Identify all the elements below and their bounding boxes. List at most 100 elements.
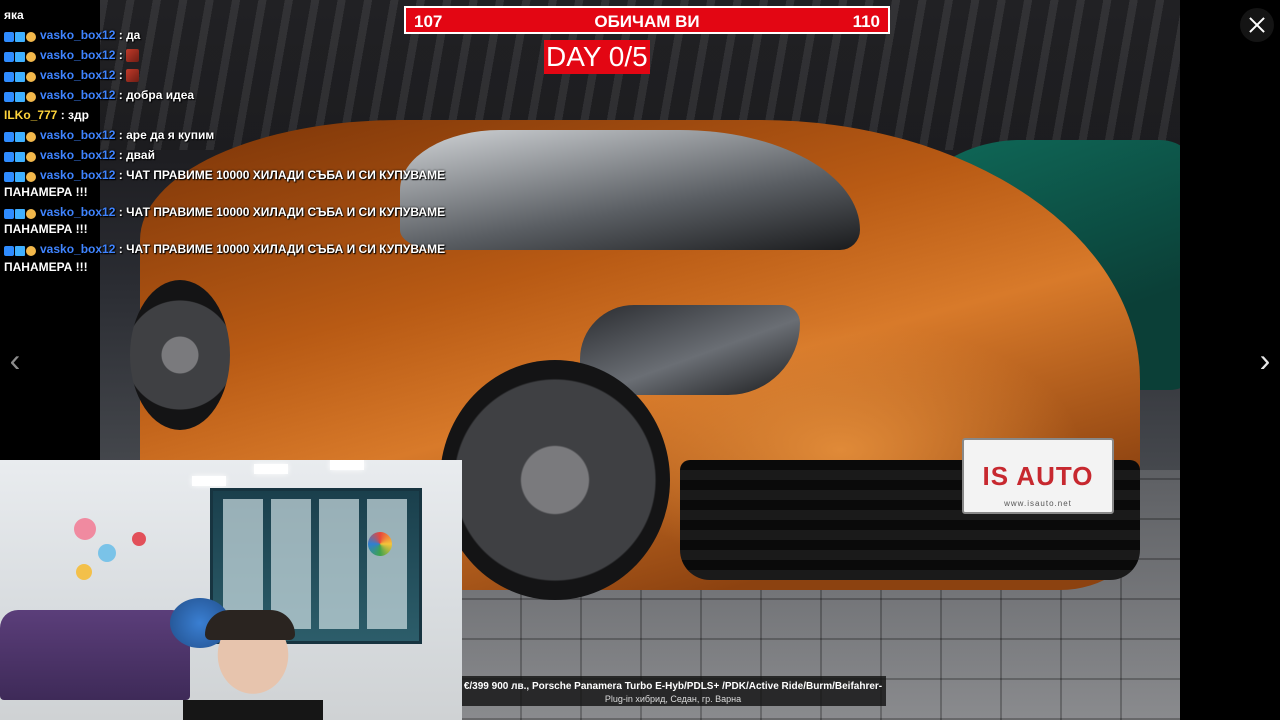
wall-decor <box>76 564 92 580</box>
chat-message-text: : ЧАТ ПРАВИМЕ 10000 ХИЛАДИ СЪБА И СИ КУП… <box>118 205 446 219</box>
chat-username[interactable]: vasko_box12 <box>40 168 115 182</box>
emoji-badge-icon <box>26 245 36 256</box>
chat-message-text: : двай <box>118 148 155 162</box>
chat-username[interactable]: vasko_box12 <box>40 68 115 82</box>
chat-message-text: : аре да я купим <box>118 128 215 142</box>
chat-message-text: : добра идеа <box>118 88 195 102</box>
emoji-badge-icon <box>26 31 36 42</box>
prime-badge-icon <box>4 208 14 219</box>
prime-badge-icon <box>4 71 14 82</box>
chat-emote-icon <box>126 69 140 83</box>
emoji-badge-icon <box>26 151 36 162</box>
chat-username[interactable]: vasko_box12 <box>40 205 115 219</box>
prime-badge-icon <box>4 91 14 102</box>
emoji-badge-icon <box>26 91 36 102</box>
chat-message: vasko_box12 : ЧАТ ПРАВИМЕ 10000 ХИЛАДИ С… <box>4 205 445 220</box>
prime-badge-icon <box>4 245 14 256</box>
wall-decor <box>132 532 146 546</box>
prime-badge-icon <box>4 31 14 42</box>
subscriber-badge-icon <box>15 71 25 82</box>
chat-badges <box>4 69 37 83</box>
chat-message: vasko_box12 : да <box>4 28 140 43</box>
emoji-badge-icon <box>26 171 36 182</box>
chat-message-text: : здр <box>60 108 89 122</box>
chat-username[interactable]: ILKo_777 <box>4 108 57 122</box>
chat-message-text: : <box>118 68 123 82</box>
emoji-badge-icon <box>26 208 36 219</box>
vote-bar-title: ОБИЧАМ ВИ <box>594 12 700 31</box>
chat-message: vasko_box12 : <box>4 48 140 63</box>
chat-badges <box>4 243 37 257</box>
chat-message: vasko_box12 : ЧАТ ПРАВИМЕ 10000 ХИЛАДИ С… <box>4 168 445 183</box>
dealer-plate-url: www.isauto.net <box>1004 499 1072 508</box>
prime-badge-icon <box>4 151 14 162</box>
chat-message: vasko_box12 : добра идеа <box>4 88 194 103</box>
prime-badge-icon <box>4 131 14 142</box>
emoji-badge-icon <box>26 51 36 62</box>
vote-bar: 107 ОБИЧАМ ВИ 110 <box>404 6 890 34</box>
door-pane <box>319 499 359 629</box>
car-rear-wheel <box>130 280 230 430</box>
chat-message: ILKo_777 : здр <box>4 108 89 122</box>
ceiling-light <box>330 460 364 470</box>
chat-message-wrap: ПАНАМЕРА !!! <box>4 185 88 199</box>
chat-message-text: : да <box>118 28 141 42</box>
door-pane <box>367 499 407 629</box>
chat-badges <box>4 149 37 163</box>
chat-message-text: : <box>118 48 123 62</box>
close-icon[interactable] <box>1240 8 1274 42</box>
chat-username[interactable]: vasko_box12 <box>40 242 115 256</box>
chat-username[interactable]: vasko_box12 <box>40 48 115 62</box>
sofa <box>0 610 190 700</box>
webcam-feed <box>0 460 462 720</box>
chat-message-text: : ЧАТ ПРАВИМЕ 10000 ХИЛАДИ СЪБА И СИ КУП… <box>118 168 446 182</box>
chat-badges <box>4 49 37 63</box>
streamer-hair <box>205 610 295 640</box>
day-counter: DAY 0/5 <box>544 40 650 74</box>
subscriber-badge-icon <box>15 171 25 182</box>
chat-emote-icon <box>126 49 140 63</box>
prime-badge-icon <box>4 171 14 182</box>
listing-caption: €/399 900 лв., Porsche Panamera Turbo E-… <box>460 676 886 706</box>
chat-username[interactable]: vasko_box12 <box>40 88 115 102</box>
dealer-plate-text: IS AUTO <box>982 460 1094 491</box>
listing-subtitle: Plug-in хибрид, Седан, гр. Варна <box>604 694 742 704</box>
subscriber-badge-icon <box>15 131 25 142</box>
ceiling-light <box>254 464 288 474</box>
wall-decor <box>74 518 96 540</box>
chat-message-wrap: ПАНАМЕРА !!! <box>4 260 88 274</box>
listing-title: €/399 900 лв., Porsche Panamera Turbo E-… <box>463 681 883 692</box>
subscriber-badge-icon <box>15 208 25 219</box>
prime-badge-icon <box>4 51 14 62</box>
chat-message: vasko_box12 : <box>4 68 140 83</box>
chat-username[interactable]: vasko_box12 <box>40 128 115 142</box>
subscriber-badge-icon <box>15 245 25 256</box>
emoji-badge-icon <box>26 71 36 82</box>
car-front-wheel <box>440 360 670 600</box>
ceiling-light <box>192 476 226 486</box>
chevron-right-icon[interactable]: › <box>1250 343 1280 377</box>
subscriber-badge-icon <box>15 51 25 62</box>
wall-decor <box>368 532 392 556</box>
chat-badges <box>4 29 37 43</box>
chat-badges <box>4 129 37 143</box>
chat-message-text: : ЧАТ ПРАВИМЕ 10000 ХИЛАДИ СЪБА И СИ КУП… <box>118 242 446 256</box>
chat-message-text: яка <box>4 8 24 22</box>
subscriber-badge-icon <box>15 151 25 162</box>
subscriber-badge-icon <box>15 31 25 42</box>
chat-username[interactable]: vasko_box12 <box>40 28 115 42</box>
subscriber-badge-icon <box>15 91 25 102</box>
chat-badges <box>4 169 37 183</box>
chat-message: vasko_box12 : аре да я купим <box>4 128 214 143</box>
chat-badges <box>4 89 37 103</box>
chevron-left-icon[interactable]: ‹ <box>0 343 30 377</box>
chat-message-wrap: ПАНАМЕРА !!! <box>4 222 88 236</box>
emoji-badge-icon <box>26 131 36 142</box>
chat-message: vasko_box12 : ЧАТ ПРАВИМЕ 10000 ХИЛАДИ С… <box>4 242 445 257</box>
chat-badges <box>4 206 37 220</box>
chat-username[interactable]: vasko_box12 <box>40 148 115 162</box>
chat-message: яка <box>4 8 24 22</box>
chat-message: vasko_box12 : двай <box>4 148 155 163</box>
wall-decor <box>98 544 116 562</box>
vote-right-count: 110 <box>852 12 880 31</box>
